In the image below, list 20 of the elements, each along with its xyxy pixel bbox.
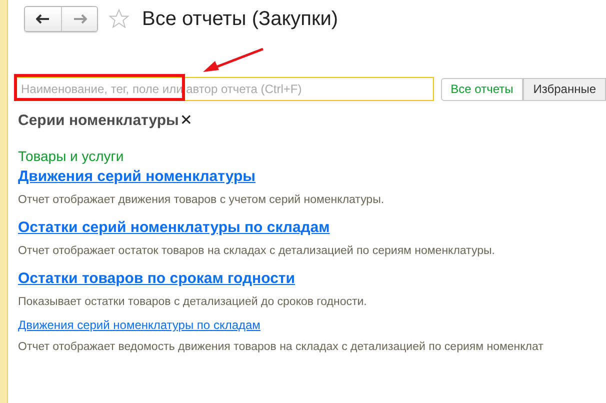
report-link[interactable]: Движения серий номенклатуры bbox=[18, 168, 256, 185]
report-link[interactable]: Остатки серий номенклатуры по складам bbox=[18, 219, 330, 236]
report-description: Отчет отображает остаток товаров на складах с детализацией по сериям номенклатуры. bbox=[18, 245, 496, 257]
tab[interactable]: Избранные bbox=[523, 78, 606, 100]
report-description: Отчет отображает ведомость движения товаров на складах с детализацией по сериям номенклат bbox=[18, 341, 544, 353]
report-description: Показывает остатки товаров с детализацией до сроков годности. bbox=[18, 296, 368, 308]
star-icon[interactable] bbox=[108, 8, 130, 30]
report-link[interactable]: Остатки товаров по срокам годности bbox=[18, 270, 295, 287]
tab[interactable]: Все отчеты bbox=[440, 78, 524, 100]
back-button[interactable] bbox=[25, 7, 61, 31]
left-arrow-icon bbox=[36, 14, 50, 24]
remove-filter-button[interactable]: ✕ bbox=[178, 111, 192, 129]
report-description: Отчет отображает движения товаров с учетом серий номенклатуры. bbox=[18, 194, 386, 206]
section-title: Товары и услуги bbox=[18, 148, 125, 164]
report-link[interactable]: Движения серий номенклатуры по складам bbox=[18, 318, 260, 332]
search-field[interactable]: Наименование, тег, поле или автор отчета (Ctrl+F) bbox=[15, 77, 434, 101]
window-title: Все отчеты (Закупки) bbox=[142, 8, 338, 30]
filter-label: Серии номенклатуры bbox=[18, 112, 179, 128]
right-arrow-icon bbox=[72, 14, 86, 24]
pointer-arrow bbox=[201, 47, 265, 75]
